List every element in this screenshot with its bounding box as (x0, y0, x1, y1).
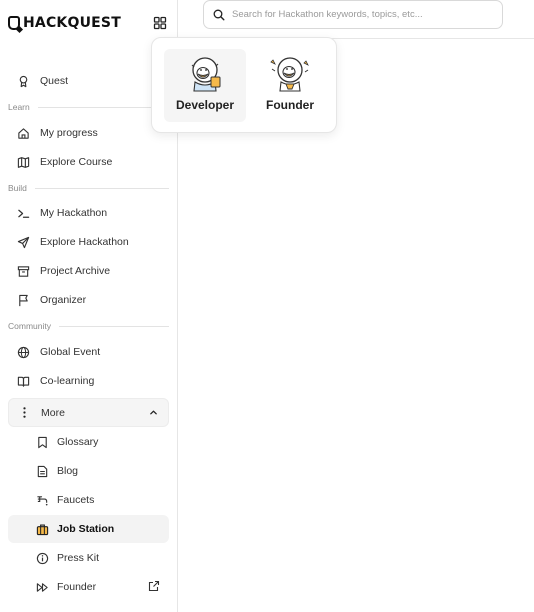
founder-label: Founder (266, 98, 314, 112)
sidebar-item-label: Press Kit (57, 552, 100, 564)
sidebar-item-founder[interactable]: Founder (8, 573, 169, 601)
sidebar-item-organizer[interactable]: Organizer (8, 286, 169, 314)
sidebar-item-glossary[interactable]: Glossary (8, 428, 169, 456)
founder-duck-icon (270, 57, 309, 92)
sidebar-item-global-event[interactable]: Global Event (8, 338, 169, 366)
sidebar-item-label: Explore Hackathon (40, 236, 129, 248)
sidebar-item-label: Explore Course (40, 156, 113, 168)
sidebar-item-label: Project Archive (40, 265, 111, 277)
developer-label: Developer (175, 98, 235, 112)
section-build: Build (8, 182, 169, 194)
sidebar-item-more[interactable]: More (8, 398, 169, 427)
sidebar-item-label: Blog (57, 465, 79, 477)
sidebar-item-label: Job Station (57, 523, 115, 535)
sidebar-item-faucets[interactable]: Faucets (8, 486, 169, 514)
book-open-icon (17, 376, 30, 387)
section-learn: Learn (8, 101, 169, 113)
more-vertical-icon (23, 407, 26, 418)
section-community: Community (8, 320, 169, 332)
sidebar-item-label: Quest (40, 75, 69, 87)
sidebar-item-label: More (41, 406, 65, 419)
sidebar-item-label: Organizer (40, 294, 87, 306)
sidebar-item-project-archive[interactable]: Project Archive (8, 257, 169, 285)
section-label: Community (8, 321, 51, 331)
search-icon (213, 9, 225, 20)
sidebar-item-my-progress[interactable]: My progress (8, 119, 169, 147)
section-label: Build (8, 183, 27, 193)
sidebar-item-label: Founder (57, 581, 97, 593)
developer-duck-icon (191, 57, 221, 92)
map-icon (17, 156, 30, 168)
search-bar[interactable] (203, 0, 503, 29)
sidebar-item-blog[interactable]: Blog (8, 457, 169, 485)
sidebar-item-label: My Hackathon (40, 207, 108, 219)
sidebar-item-label: Glossary (57, 436, 99, 448)
apps-popup: Developer Founder (151, 37, 337, 133)
sidebar-item-explore-hackathon[interactable]: Explore Hackathon (8, 228, 169, 256)
section-label: Learn (8, 102, 30, 112)
logo-mark-icon (8, 16, 20, 30)
section-divider (34, 187, 169, 189)
apps-grid-icon[interactable] (151, 14, 169, 32)
flag-icon (19, 294, 28, 306)
sidebar-item-co-learning[interactable]: Co-learning (8, 367, 169, 395)
briefcase-icon (36, 523, 49, 535)
section-divider (58, 325, 169, 327)
chevron-up-icon (150, 410, 157, 415)
sidebar-item-label: Co-learning (40, 375, 95, 387)
sidebar-item-quest[interactable]: Quest (8, 67, 169, 95)
sidebar-item-job-station[interactable]: Job Station (8, 515, 169, 543)
sidebar-item-label: My progress (40, 127, 98, 139)
developer-option[interactable]: Developer (164, 49, 246, 122)
home-icon (18, 127, 29, 139)
globe-icon (17, 346, 30, 358)
sidebar-item-press-kit[interactable]: Press Kit (8, 544, 169, 572)
faucet-icon (37, 495, 48, 506)
hackquest-logo[interactable]: HACKQUEST (8, 14, 121, 32)
sidebar-item-label: Global Event (40, 346, 101, 358)
trophy-icon (19, 75, 28, 87)
sidebar-item-explore-course[interactable]: Explore Course (8, 148, 169, 176)
founder-option[interactable]: Founder (249, 49, 331, 122)
send-icon (17, 236, 30, 248)
archive-icon (17, 265, 30, 277)
logo-text: HACKQUEST (23, 15, 121, 31)
file-icon (37, 465, 48, 477)
section-divider (37, 106, 169, 108)
info-icon (36, 552, 49, 564)
search-input[interactable] (232, 9, 492, 20)
bookmark-icon (38, 436, 47, 448)
external-link-icon (148, 580, 160, 592)
terminal-icon (18, 209, 30, 218)
fast-forward-icon (36, 582, 48, 592)
sidebar-item-my-hackathon[interactable]: My Hackathon (8, 199, 169, 227)
sidebar-item-label: Faucets (57, 494, 95, 506)
